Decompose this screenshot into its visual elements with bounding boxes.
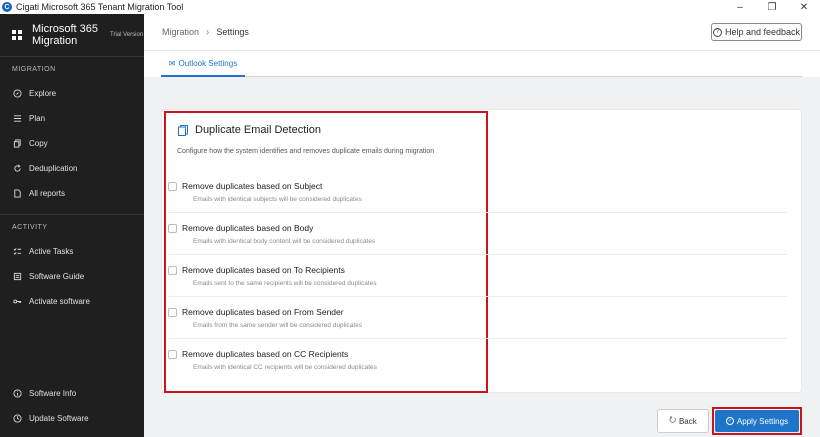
sidebar: Microsoft 365 Migration Trial Version MI… bbox=[0, 14, 144, 437]
back-label: Back bbox=[678, 416, 697, 426]
divider bbox=[168, 296, 787, 297]
option-to-recipients[interactable]: Remove duplicates based on To Recipients… bbox=[168, 261, 788, 303]
key-icon bbox=[12, 297, 22, 307]
mail-icon: ✉ bbox=[168, 58, 176, 68]
refresh-icon bbox=[12, 164, 22, 174]
apply-label: Apply Settings bbox=[736, 416, 789, 426]
sidebar-item-label: Update Software bbox=[29, 414, 89, 423]
option-description: Emails from the same sender will be cons… bbox=[193, 322, 363, 329]
option-label: Remove duplicates based on CC Recipients bbox=[182, 349, 349, 359]
divider bbox=[168, 212, 787, 213]
option-description: Emails with identical body content will … bbox=[193, 238, 376, 245]
window-title: Cigati Microsoft 365 Tenant Migration To… bbox=[16, 2, 184, 12]
check-circle-icon: ✓ bbox=[725, 417, 734, 425]
sidebar-item-label: Active Tasks bbox=[29, 247, 74, 256]
sidebar-item-label: Explore bbox=[29, 89, 57, 98]
maximize-button[interactable]: ❐ bbox=[756, 0, 788, 14]
sidebar-item-label: Plan bbox=[29, 114, 46, 123]
book-icon bbox=[12, 272, 22, 282]
sidebar-item-label: Deduplication bbox=[29, 164, 78, 173]
minimize-button[interactable]: – bbox=[724, 0, 756, 14]
window-controls: – ❐ ✕ bbox=[724, 0, 820, 14]
option-from-sender[interactable]: Remove duplicates based on From Sender E… bbox=[168, 303, 788, 345]
option-label: Remove duplicates based on To Recipients bbox=[182, 265, 345, 275]
sidebar-item-label: Software Info bbox=[29, 389, 77, 398]
divider bbox=[168, 338, 787, 339]
apply-settings-button[interactable]: ✓ Apply Settings bbox=[715, 410, 799, 432]
option-subject[interactable]: Remove duplicates based on Subject Email… bbox=[168, 177, 788, 219]
clock-icon bbox=[12, 414, 22, 424]
question-icon: ? bbox=[712, 27, 722, 37]
option-description: Emails sent to the same recipients will … bbox=[193, 280, 377, 287]
option-label: Remove duplicates based on Body bbox=[182, 223, 314, 233]
copy-icon bbox=[12, 139, 22, 149]
option-label: Remove duplicates based on Subject bbox=[182, 181, 323, 191]
info-icon bbox=[12, 389, 22, 399]
checklist-icon bbox=[12, 247, 22, 257]
sidebar-item-label: Software Guide bbox=[29, 272, 85, 281]
window-titlebar: C Cigati Microsoft 365 Tenant Migration … bbox=[0, 0, 820, 14]
help-feedback-label: Help and feedback bbox=[724, 27, 801, 37]
checkbox-from-sender[interactable] bbox=[168, 308, 177, 317]
brand: Microsoft 365 Migration Trial Version bbox=[0, 14, 144, 57]
document-icon bbox=[12, 189, 22, 199]
breadcrumb-root[interactable]: Migration bbox=[162, 27, 199, 37]
checkbox-cc-recipients[interactable] bbox=[168, 350, 177, 359]
section-label-activity: ACTIVITY bbox=[12, 224, 48, 231]
breadcrumb-current: Settings bbox=[216, 27, 249, 37]
breadcrumb-separator: › bbox=[206, 26, 210, 38]
list-icon bbox=[12, 114, 22, 124]
sidebar-item-update-software[interactable]: Update Software bbox=[0, 406, 144, 431]
section-title: Duplicate Email Detection bbox=[178, 124, 321, 136]
sidebar-item-explore[interactable]: Explore bbox=[0, 81, 144, 106]
sidebar-item-software-guide[interactable]: Software Guide bbox=[0, 264, 144, 289]
sidebar-item-all-reports[interactable]: All reports bbox=[0, 181, 144, 206]
sidebar-item-label: All reports bbox=[29, 189, 66, 198]
checkbox-body[interactable] bbox=[168, 224, 177, 233]
sidebar-item-label: Activate software bbox=[29, 297, 90, 306]
divider bbox=[168, 254, 787, 255]
tab-outlook-settings[interactable]: ✉ Outlook Settings bbox=[161, 51, 245, 77]
back-arrow-icon: ⭮ bbox=[669, 415, 676, 424]
tabs-bar: ✉ Outlook Settings bbox=[144, 51, 820, 77]
option-cc-recipients[interactable]: Remove duplicates based on CC Recipients… bbox=[168, 345, 788, 387]
option-description: Emails with identical subjects will be c… bbox=[193, 196, 362, 203]
trial-badge: Trial Version bbox=[110, 31, 144, 38]
section-label-migration: MIGRATION bbox=[12, 66, 56, 73]
sidebar-item-copy[interactable]: Copy bbox=[0, 131, 144, 156]
option-body[interactable]: Remove duplicates based on Body Emails w… bbox=[168, 219, 788, 261]
close-button[interactable]: ✕ bbox=[788, 0, 820, 14]
sidebar-item-deduplication[interactable]: Deduplication bbox=[0, 156, 144, 181]
sidebar-item-software-info[interactable]: Software Info bbox=[0, 381, 144, 406]
sidebar-item-label: Copy bbox=[29, 139, 48, 148]
sidebar-bottom: Software Info Update Software bbox=[0, 381, 144, 431]
brand-name: Microsoft 365 Migration bbox=[32, 23, 99, 47]
tab-label: Outlook Settings bbox=[178, 58, 238, 68]
sidebar-item-active-tasks[interactable]: Active Tasks bbox=[0, 239, 144, 264]
help-feedback-button[interactable]: ? Help and feedback bbox=[711, 23, 802, 41]
checkbox-subject[interactable] bbox=[168, 182, 177, 191]
back-button[interactable]: ⭮ Back bbox=[657, 409, 709, 433]
document-copy-icon bbox=[178, 124, 188, 136]
option-description: Emails with identical CC recipients will… bbox=[193, 364, 377, 371]
sidebar-item-plan[interactable]: Plan bbox=[0, 106, 144, 131]
sidebar-item-activate-software[interactable]: Activate software bbox=[0, 289, 144, 314]
section-title-text: Duplicate Email Detection bbox=[195, 124, 321, 136]
compass-icon bbox=[12, 89, 22, 99]
app-logo-icon: C bbox=[2, 2, 12, 12]
tab-divider bbox=[161, 76, 802, 77]
windows-logo-icon bbox=[12, 30, 22, 40]
checkbox-to-recipients[interactable] bbox=[168, 266, 177, 275]
option-label: Remove duplicates based on From Sender bbox=[182, 307, 344, 317]
section-description: Configure how the system identifies and … bbox=[177, 148, 435, 155]
